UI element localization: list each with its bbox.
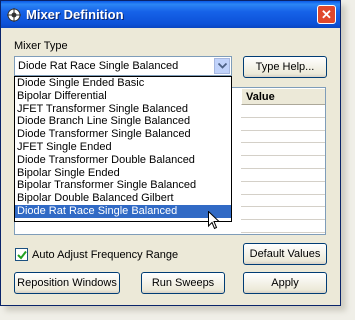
- dropdown-option[interactable]: Bipolar Differential: [15, 90, 231, 103]
- window-title: Mixer Definition: [26, 7, 124, 22]
- value-column: [241, 105, 325, 233]
- dropdown-option[interactable]: Diode Branch Line Single Balanced: [15, 115, 231, 128]
- reposition-windows-button[interactable]: Reposition Windows: [14, 272, 120, 294]
- apply-button[interactable]: Apply: [243, 272, 327, 294]
- type-help-button[interactable]: Type Help...: [243, 56, 327, 78]
- table-row[interactable]: [241, 182, 325, 195]
- dropdown-option[interactable]: Bipolar Single Ended: [15, 167, 231, 180]
- mixer-definition-window: Mixer Definition ✕ Mixer Type Diode Rat …: [0, 0, 341, 306]
- table-row[interactable]: [241, 118, 325, 131]
- dropdown-option[interactable]: JFET Transformer Single Balanced: [15, 103, 231, 116]
- app-icon: [6, 7, 22, 23]
- close-icon: ✕: [321, 7, 332, 22]
- value-column-header: Value: [241, 89, 325, 105]
- run-sweeps-button[interactable]: Run Sweeps: [141, 272, 225, 294]
- close-button[interactable]: ✕: [317, 5, 336, 24]
- auto-adjust-checkbox[interactable]: [15, 248, 28, 261]
- mixer-type-label: Mixer Type: [14, 40, 68, 52]
- table-row[interactable]: [241, 195, 325, 208]
- default-values-button[interactable]: Default Values: [243, 243, 327, 265]
- table-row[interactable]: [241, 143, 325, 157]
- table-row[interactable]: [241, 169, 325, 182]
- dropdown-option[interactable]: Diode Single Ended Basic: [15, 77, 231, 90]
- mixer-type-dropdown-list[interactable]: Diode Single Ended Basic Bipolar Differe…: [14, 76, 232, 222]
- chevron-down-icon[interactable]: [214, 58, 230, 74]
- table-row[interactable]: [241, 105, 325, 118]
- table-row[interactable]: [241, 220, 325, 233]
- auto-adjust-label[interactable]: Auto Adjust Frequency Range: [32, 249, 178, 261]
- title-bar[interactable]: Mixer Definition ✕: [1, 1, 340, 28]
- dropdown-option[interactable]: Diode Transformer Double Balanced: [15, 154, 231, 167]
- table-row[interactable]: [241, 207, 325, 221]
- dropdown-option[interactable]: Diode Transformer Single Balanced: [15, 128, 231, 141]
- mouse-pointer-icon: [208, 210, 221, 233]
- mixer-type-selected: Diode Rat Race Single Balanced: [18, 60, 179, 72]
- dropdown-option-selected[interactable]: Diode Rat Race Single Balanced: [15, 204, 231, 218]
- table-row[interactable]: [241, 131, 325, 144]
- mixer-type-select[interactable]: Diode Rat Race Single Balanced: [14, 56, 232, 76]
- dropdown-option[interactable]: Bipolar Double Balanced Gilbert: [15, 192, 231, 205]
- dropdown-option[interactable]: JFET Single Ended: [15, 141, 231, 154]
- table-row[interactable]: [241, 156, 325, 169]
- dropdown-option[interactable]: Bipolar Transformer Single Balanced: [15, 179, 231, 192]
